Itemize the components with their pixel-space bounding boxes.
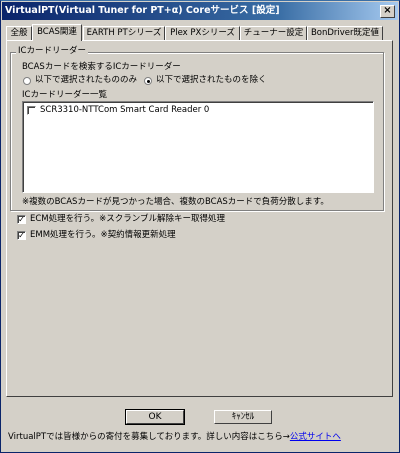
window-title: VirtualPT(Virtual Tuner for PT+α) Coreサー… (5, 5, 280, 16)
radio-exclude-selected[interactable] (144, 77, 152, 85)
official-site-link[interactable]: 公式サイトへ (290, 432, 341, 442)
search-reader-label: BCASカードを検索するICカードリーダー (22, 62, 181, 72)
cancel-button[interactable]: ｷｬﾝｾﾙ (214, 410, 272, 424)
emm-label: EMM処理を行う。※契約情報更新処理 (30, 230, 176, 240)
tab-tuner-settings[interactable]: チューナー設定 (240, 26, 307, 40)
load-balance-note: ※複数のBCASカードが見つかった場合、複数のBCASカードで負荷分散します。 (22, 197, 329, 207)
radio-only-label: 以下で選択されたもののみ (35, 75, 138, 85)
reader-list-label: ICカードリーダー一覧 (22, 90, 107, 100)
emm-checkbox[interactable]: ✓ (17, 231, 26, 240)
radio-only-selected[interactable] (23, 77, 31, 85)
check-icon: ✓ (18, 215, 25, 224)
title-bar: VirtualPT(Virtual Tuner for PT+α) Coreサー… (2, 2, 398, 20)
close-button[interactable]: × (380, 5, 395, 18)
tab-earth-pt[interactable]: EARTH PTシリーズ (83, 26, 165, 40)
reader-checkbox[interactable] (27, 106, 36, 115)
tab-bcas[interactable]: BCAS関連 (32, 24, 82, 41)
tab-bondriver-defaults[interactable]: BonDriver既定値 (307, 26, 383, 40)
check-icon: ✓ (18, 231, 25, 240)
ecm-checkbox[interactable]: ✓ (17, 215, 26, 224)
donation-footer: VirtualPTでは皆様からの寄付を募集しております。詳しい内容はこちら→公式… (8, 432, 341, 443)
reader-name: SCR3310-NTTCom Smart Card Reader 0 (40, 105, 210, 115)
tab-plex-px[interactable]: Plex PXシリーズ (165, 26, 240, 40)
reader-list[interactable]: SCR3310-NTTCom Smart Card Reader 0 (22, 101, 374, 193)
donation-text: VirtualPTでは皆様からの寄付を募集しております。詳しい内容はこちら→ (8, 432, 290, 442)
radio-exclude-label: 以下で選択されたものを除く (156, 75, 267, 85)
tab-general[interactable]: 全般 (6, 26, 32, 40)
close-icon: × (383, 5, 392, 16)
ok-button[interactable]: OK (125, 409, 185, 425)
group-title: ICカードリーダー (16, 46, 88, 57)
ecm-label: ECM処理を行う。※スクランブル解除キー取得処理 (30, 214, 225, 224)
